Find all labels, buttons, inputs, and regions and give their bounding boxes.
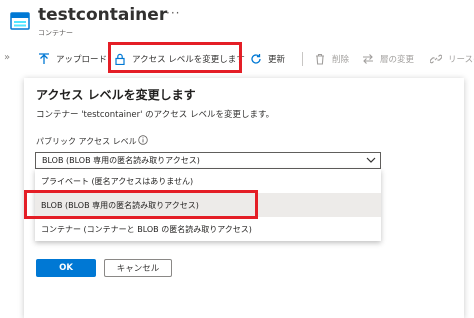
cancel-button[interactable]: キャンセル xyxy=(104,259,172,277)
lease-label: リースの xyxy=(448,55,474,65)
toolbar-highlight-box xyxy=(108,42,242,73)
toolbar-divider xyxy=(302,52,303,66)
refresh-label: 更新 xyxy=(268,55,286,65)
change-tier-label: 層の変更 xyxy=(380,55,415,65)
refresh-icon xyxy=(250,53,262,65)
page-title: testcontainer xyxy=(38,5,168,25)
upload-button[interactable]: アップロード xyxy=(38,48,107,70)
delete-button[interactable]: 削除 xyxy=(314,48,349,70)
page-subtitle: コンテナー xyxy=(38,29,73,37)
delete-label: 削除 xyxy=(332,55,350,65)
chevron-down-icon xyxy=(366,157,376,163)
panel-title: アクセス レベルを変更します xyxy=(36,88,196,102)
upload-arrow-icon xyxy=(38,53,50,65)
info-icon[interactable] xyxy=(138,135,148,145)
lease-button[interactable]: リースの xyxy=(430,48,474,70)
swap-arrows-icon xyxy=(362,53,374,65)
option-container[interactable]: コンテナー (コンテナーと BLOB の匿名読み取りアクセス) xyxy=(35,217,381,241)
dropdown-selected-value: BLOB (BLOB 専用の匿名読み取りアクセス) xyxy=(42,156,200,165)
panel-description: コンテナー 'testcontainer' のアクセス レベルを変更します。 xyxy=(36,110,275,120)
link-icon xyxy=(430,53,442,65)
upload-label: アップロード xyxy=(56,55,108,65)
change-tier-button[interactable]: 層の変更 xyxy=(362,48,414,70)
trash-icon xyxy=(314,53,326,65)
refresh-button[interactable]: 更新 xyxy=(250,48,285,70)
toolbar-overflow-icon[interactable]: » xyxy=(4,52,10,63)
more-options-button[interactable]: ··· xyxy=(166,6,180,20)
public-access-level-label: パブリック アクセス レベル xyxy=(36,137,137,146)
container-icon xyxy=(10,12,30,30)
ok-button[interactable]: OK xyxy=(36,259,96,277)
option-highlight-box xyxy=(24,190,258,219)
